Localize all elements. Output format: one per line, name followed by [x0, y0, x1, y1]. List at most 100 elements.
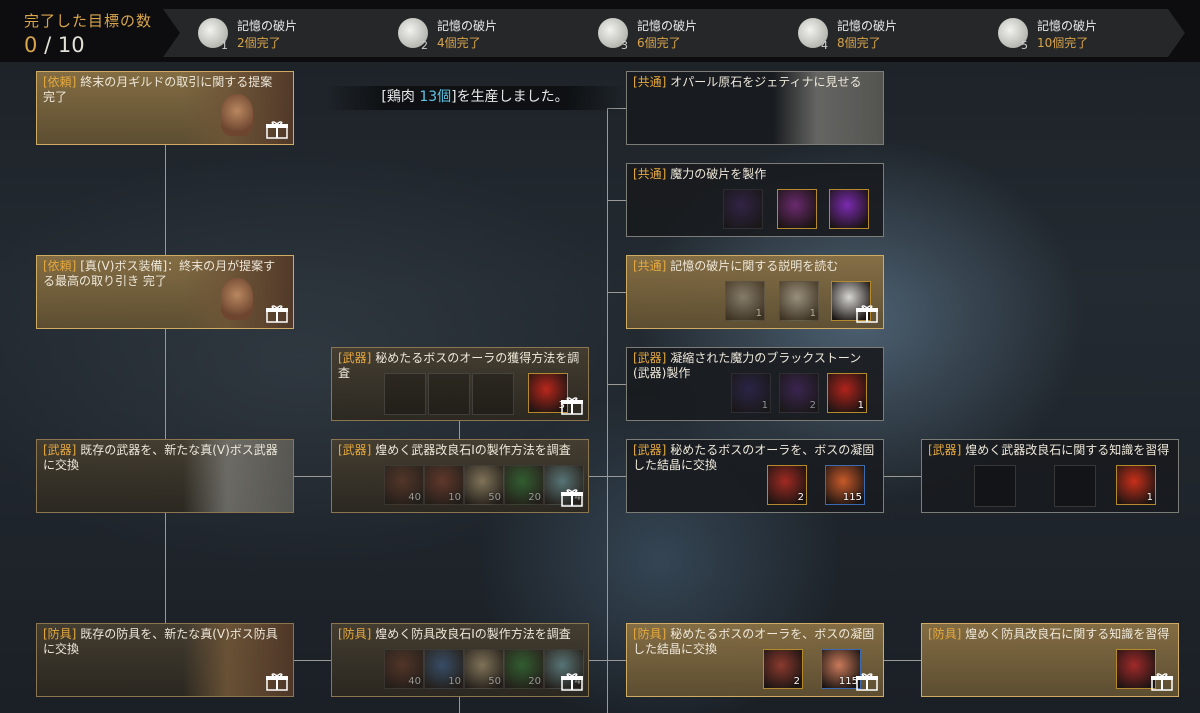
- connector: [294, 660, 331, 661]
- quest-text: [共通] 記憶の破片に関する説明を読む: [633, 259, 877, 274]
- quest-node-blackstone-weapon[interactable]: [武器] 凝縮された魔力のブラックストーン(武器)製作 1 2 1: [626, 347, 884, 421]
- quest-category: [武器]: [338, 351, 372, 365]
- stage-requirement: 8個完了: [837, 36, 881, 50]
- quest-node-weapon-stone-knowledge[interactable]: [武器] 煌めく武器改良石に関する知識を習得 1: [921, 439, 1179, 513]
- stage-title: 記憶の破片: [837, 19, 898, 33]
- quest-node-best-trade[interactable]: [依頼] [真(V)ボス装備]：終末の月が提案する最高の取り引き 完了: [36, 255, 294, 329]
- reward-gift-icon: [856, 673, 878, 691]
- quest-text: [防具] 煌めく防具改良石Ⅰの製作方法を調査: [338, 627, 582, 642]
- item-qty: 40: [408, 676, 421, 687]
- connector: [607, 200, 626, 201]
- quest-title: [真(V)ボス装備]：終末の月が提案する最高の取り引き 完了: [43, 259, 276, 288]
- quest-node-read-memory[interactable]: [共通] 記憶の破片に関する説明を読む 1 1: [626, 255, 884, 329]
- completed-goals-label: 完了した目標の数: [24, 12, 153, 30]
- connector: [165, 328, 166, 440]
- connector: [607, 292, 626, 293]
- stage-requirement: 10個完了: [1037, 36, 1089, 50]
- stage-number: 2: [421, 39, 428, 52]
- reward-stage-2[interactable]: 2 記憶の破片 4個完了: [363, 9, 585, 57]
- quest-category: [武器]: [633, 351, 667, 365]
- stage-number: 5: [1021, 39, 1028, 52]
- connector: [607, 384, 626, 385]
- quest-category: [依頼]: [43, 259, 77, 273]
- material-icon[interactable]: 20: [504, 649, 544, 689]
- weapon-stone-icon[interactable]: 1: [1116, 465, 1156, 505]
- material-icon[interactable]: 1: [779, 281, 819, 321]
- material-icon[interactable]: 40: [384, 465, 424, 505]
- material-icon[interactable]: 50: [464, 649, 504, 689]
- quest-category: [防具]: [928, 627, 962, 641]
- reward-gift-icon: [561, 489, 583, 507]
- quest-node-opal[interactable]: [共通] オパール原石をジェティナに見せる: [626, 71, 884, 145]
- quest-category: [防具]: [633, 627, 667, 641]
- quest-category: [共通]: [633, 75, 667, 89]
- armor-stone-icon[interactable]: [1116, 649, 1156, 689]
- quest-node-boss-aura[interactable]: [武器] 秘めたるボスのオーラの獲得方法を調査 3: [331, 347, 589, 421]
- item-qty: 1: [1146, 492, 1153, 503]
- item-qty: 50: [488, 676, 501, 687]
- boss-crystal-icon[interactable]: 115: [821, 649, 861, 689]
- material-icon[interactable]: 40: [384, 649, 424, 689]
- quest-node-guild-trade[interactable]: [依頼] 終末の月ギルドの取引に関する提案 完了: [36, 71, 294, 145]
- item-qty: 10: [448, 492, 461, 503]
- item-qty: 40: [408, 492, 421, 503]
- item-qty: 50: [488, 492, 501, 503]
- material-icon[interactable]: 10: [424, 465, 464, 505]
- item-qty: 2: [809, 400, 816, 411]
- quest-node-weapon-crystal-exchange[interactable]: [武器] 秘めたるボスのオーラを、ボスの凝固した結晶に交換 2 115: [626, 439, 884, 513]
- quest-category: [共通]: [633, 259, 667, 273]
- quest-category: [防具]: [338, 627, 372, 641]
- item-qty: 1: [755, 308, 762, 319]
- reward-stage-4[interactable]: 4 記憶の破片 8個完了: [763, 9, 985, 57]
- material-icon[interactable]: 20: [504, 465, 544, 505]
- quest-node-weapon-exchange[interactable]: [武器] 既存の武器を、新たな真(V)ボス武器に交換: [36, 439, 294, 513]
- item-qty: 20: [528, 492, 541, 503]
- empty-slot: [384, 373, 426, 415]
- quest-category: [武器]: [338, 443, 372, 457]
- connector: [165, 144, 166, 256]
- magic-shard-icon[interactable]: [829, 189, 869, 229]
- quest-title: 煌めく武器改良石Ⅰの製作方法を調査: [371, 443, 571, 457]
- toast-suffix: を生産しました。: [456, 89, 569, 105]
- material-icon[interactable]: [777, 189, 817, 229]
- boss-crystal-icon[interactable]: 115: [825, 465, 865, 505]
- quest-title: 既存の防具を、新たな真(V)ボス防具に交換: [43, 627, 278, 656]
- reward-stage-3[interactable]: 3 記憶の破片 6個完了: [563, 9, 785, 57]
- material-icon[interactable]: 1: [731, 373, 771, 413]
- quest-node-weapon-stone-craft[interactable]: [武器] 煌めく武器改良石Ⅰの製作方法を調査 40 10 50 20 4: [331, 439, 589, 513]
- material-icon[interactable]: [723, 189, 763, 229]
- stage-title: 記憶の破片: [637, 19, 698, 33]
- reward-stage-1[interactable]: 1 記憶の破片 2個完了: [163, 9, 385, 57]
- material-icon[interactable]: 50: [464, 465, 504, 505]
- empty-slot: [1054, 465, 1096, 507]
- boss-aura-icon[interactable]: 2: [767, 465, 807, 505]
- quest-text: [共通] 魔力の破片を製作: [633, 167, 877, 182]
- item-qty: 20: [528, 676, 541, 687]
- connector-trunk: [607, 108, 608, 713]
- quest-category: [依頼]: [43, 75, 77, 89]
- stage-number: 3: [621, 39, 628, 52]
- reward-gift-icon: [561, 397, 583, 415]
- boss-aura-icon[interactable]: 2: [763, 649, 803, 689]
- item-qty: 2: [797, 492, 804, 503]
- quest-text: [防具] 煌めく防具改良石に関する知識を習得: [928, 627, 1172, 642]
- quest-title: 終末の月ギルドの取引に関する提案 完了: [43, 75, 273, 104]
- quest-text: [共通] オパール原石をジェティナに見せる: [633, 75, 877, 90]
- material-icon[interactable]: 10: [424, 649, 464, 689]
- quest-node-armor-stone-knowledge[interactable]: [防具] 煌めく防具改良石に関する知識を習得: [921, 623, 1179, 697]
- stage-number: 1: [221, 39, 228, 52]
- quest-node-magic-shard[interactable]: [共通] 魔力の破片を製作: [626, 163, 884, 237]
- quest-node-armor-stone-craft[interactable]: [防具] 煌めく防具改良石Ⅰの製作方法を調査 40 10 50 20 4: [331, 623, 589, 697]
- quest-text: [武器] 煌めく武器改良石Ⅰの製作方法を調査: [338, 443, 582, 458]
- reward-gift-icon: [266, 305, 288, 323]
- blackstone-icon[interactable]: 1: [827, 373, 867, 413]
- quest-node-armor-crystal-exchange[interactable]: [防具] 秘めたるボスのオーラを、ボスの凝固した結晶に交換 2 115: [626, 623, 884, 697]
- material-icon[interactable]: 2: [779, 373, 819, 413]
- material-icon[interactable]: 1: [725, 281, 765, 321]
- stage-title: 記憶の破片: [1037, 19, 1098, 33]
- quest-text: [依頼] 終末の月ギルドの取引に関する提案 完了: [43, 75, 287, 105]
- reward-stage-5[interactable]: 5 記憶の破片 10個完了: [963, 9, 1185, 57]
- quest-category: [共通]: [633, 167, 667, 181]
- goal-separator: /: [44, 33, 52, 57]
- quest-node-armor-exchange[interactable]: [防具] 既存の防具を、新たな真(V)ボス防具に交換: [36, 623, 294, 697]
